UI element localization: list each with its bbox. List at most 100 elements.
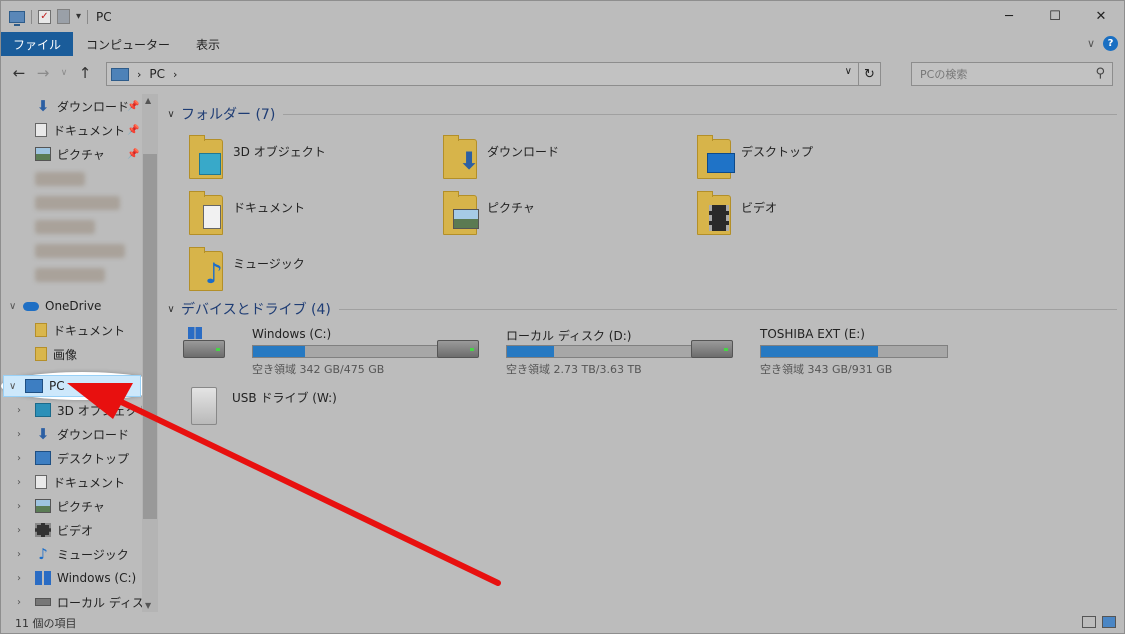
chevron-right-icon[interactable]: › xyxy=(17,501,21,512)
address-bar[interactable]: › PC › ∨ ↻ xyxy=(106,62,881,86)
breadcrumb-pc[interactable]: PC xyxy=(149,67,165,81)
folder-downloads[interactable]: ⬇ ダウンロード xyxy=(415,135,665,189)
back-button[interactable]: ← xyxy=(11,64,27,82)
chevron-right-icon[interactable]: › xyxy=(17,477,21,488)
address-dropdown-icon[interactable]: ∨ xyxy=(845,66,852,77)
sidebar-item-label: 画像 xyxy=(53,347,78,362)
tab-computer[interactable]: コンピューター xyxy=(73,32,183,56)
search-box[interactable]: PCの検索 ⚲ xyxy=(911,62,1113,86)
chevron-right-icon[interactable]: › xyxy=(17,405,21,416)
chevron-right-icon[interactable]: › xyxy=(17,453,21,464)
drive-local-d[interactable]: ローカル ディスク (D:) 空き領域 2.73 TB/3.63 TB xyxy=(435,327,694,377)
music-icon: ♪ xyxy=(38,545,48,563)
chevron-right-icon[interactable]: › xyxy=(17,525,21,536)
ribbon-tabs: ファイル コンピューター 表示 ∨ ? xyxy=(1,32,1124,56)
forward-button[interactable]: → xyxy=(35,64,51,82)
chevron-right-icon[interactable]: › xyxy=(17,597,21,608)
sidebar-scrollbar[interactable]: ▲ ▼ xyxy=(142,94,158,612)
sidebar-item-onedrive[interactable]: OneDrive xyxy=(23,295,101,317)
details-view-icon[interactable] xyxy=(1082,616,1096,628)
drive-name: ローカル ディスク (D:) xyxy=(506,329,632,343)
onedrive-cloud-icon xyxy=(23,301,39,311)
sidebar-item-3d-objects[interactable]: 3D オブジェクト xyxy=(35,399,150,421)
folder-3d-objects[interactable]: 3D オブジェクト xyxy=(161,135,411,189)
3d-objects-icon xyxy=(199,153,221,175)
chevron-down-icon[interactable]: ∨ xyxy=(9,301,16,312)
breadcrumb-separator-icon[interactable]: › xyxy=(173,68,177,81)
document-icon xyxy=(35,123,47,137)
minimize-button[interactable]: ─ xyxy=(986,1,1032,31)
sidebar-item-pc-pictures[interactable]: ピクチャ xyxy=(35,495,105,517)
folder-videos[interactable]: ビデオ xyxy=(669,191,919,245)
new-folder-icon[interactable] xyxy=(57,9,70,24)
sidebar-item-documents[interactable]: ドキュメント xyxy=(35,119,125,141)
folder-pictures[interactable]: ピクチャ xyxy=(415,191,665,245)
chevron-right-icon[interactable]: › xyxy=(17,549,21,560)
folder-label: ミュージック xyxy=(233,257,305,271)
tab-view[interactable]: 表示 xyxy=(183,32,233,56)
download-icon: ⬇ xyxy=(36,425,50,443)
folders-group-header[interactable]: ∨ フォルダー (7) xyxy=(161,103,1117,125)
pin-icon[interactable]: 📌 xyxy=(127,149,139,160)
sidebar-item-label: 3D オブジェクト xyxy=(57,403,150,418)
search-icon[interactable]: ⚲ xyxy=(1095,66,1105,81)
content-pane: ∨ フォルダー (7) 3D オブジェクト ⬇ ダウンロード デスクトップ ドキ… xyxy=(161,94,1124,612)
scrollbar-thumb[interactable] xyxy=(143,154,157,519)
up-button[interactable]: ↑ xyxy=(77,64,93,82)
drive-usage-bar xyxy=(252,345,440,358)
video-icon xyxy=(709,205,729,231)
recent-locations-dropdown-icon[interactable]: ∨ xyxy=(59,68,69,78)
folder-desktop[interactable]: デスクトップ xyxy=(669,135,919,189)
drive-usb-w[interactable]: USB ドライブ (W:) xyxy=(161,387,411,437)
sidebar-item-downloads[interactable]: ⬇ ダウンロード xyxy=(35,95,129,117)
close-button[interactable]: ✕ xyxy=(1078,1,1124,31)
sidebar-item-pc-downloads[interactable]: ⬇ ダウンロード xyxy=(35,423,129,445)
chevron-down-icon[interactable]: ∨ xyxy=(9,381,16,392)
scroll-down-icon[interactable]: ▼ xyxy=(145,601,151,610)
help-icon[interactable]: ? xyxy=(1103,36,1118,51)
sidebar-item-windows-c[interactable]: Windows (C:) xyxy=(35,567,136,589)
chevron-down-icon[interactable]: ∨ xyxy=(161,109,181,120)
chevron-right-icon[interactable]: › xyxy=(17,429,21,440)
maximize-button[interactable]: ☐ xyxy=(1032,1,1078,31)
customize-toolbar-dropdown-icon[interactable]: ▾ xyxy=(76,11,81,22)
drive-windows-c[interactable]: Windows (C:) 空き領域 342 GB/475 GB xyxy=(181,327,440,377)
sidebar-item-onedrive-documents[interactable]: ドキュメント xyxy=(35,319,125,341)
sidebar-item-label: ドキュメント xyxy=(53,123,126,138)
sidebar-item-music[interactable]: ♪ ミュージック xyxy=(35,543,129,565)
sidebar-item-onedrive-images[interactable]: 画像 xyxy=(35,343,77,365)
refresh-button[interactable]: ↻ xyxy=(858,62,880,86)
pin-icon[interactable]: 📌 xyxy=(127,101,139,112)
sidebar-item-pictures[interactable]: ピクチャ xyxy=(35,143,105,165)
sidebar-item-pc-documents[interactable]: ドキュメント xyxy=(35,471,125,493)
breadcrumb-separator-icon[interactable]: › xyxy=(137,68,141,81)
scroll-up-icon[interactable]: ▲ xyxy=(145,96,151,105)
folder-label: 3D オブジェクト xyxy=(233,145,326,159)
pin-icon[interactable]: 📌 xyxy=(127,125,139,136)
chevron-down-icon[interactable]: ∨ xyxy=(161,304,181,315)
folder-music[interactable]: ♪ ミュージック xyxy=(161,247,411,301)
chevron-right-icon[interactable]: › xyxy=(17,573,21,584)
large-icons-view-icon[interactable] xyxy=(1102,616,1116,628)
tab-file[interactable]: ファイル xyxy=(1,32,74,56)
drive-usage-bar xyxy=(506,345,694,358)
sidebar-item-pc[interactable]: PC xyxy=(25,375,65,397)
sidebar-item-videos[interactable]: ビデオ xyxy=(35,519,93,541)
expand-ribbon-icon[interactable]: ∨ xyxy=(1087,37,1095,50)
sidebar-item-local-disk-d[interactable]: ローカル ディスク (D xyxy=(35,591,158,612)
drives-group-header[interactable]: ∨ デバイスとドライブ (4) xyxy=(161,298,1117,320)
search-placeholder: PCの検索 xyxy=(920,68,968,81)
drive-usage-bar xyxy=(760,345,948,358)
sidebar-item-label: PC xyxy=(49,379,65,393)
quick-access-toolbar: ✓ ▾ xyxy=(1,1,89,32)
drive-usage-fill xyxy=(253,346,306,357)
item-count: 11 個の項目 xyxy=(15,617,77,630)
sidebar-item-label: ダウンロード xyxy=(57,99,130,114)
drive-toshiba-e[interactable]: TOSHIBA EXT (E:) 空き領域 343 GB/931 GB xyxy=(689,327,948,377)
folder-documents[interactable]: ドキュメント xyxy=(161,191,411,245)
sidebar-item-desktop[interactable]: デスクトップ xyxy=(35,447,129,469)
sidebar-item-label: ミュージック xyxy=(57,547,129,562)
properties-icon[interactable]: ✓ xyxy=(38,9,51,24)
sidebar-item-label: ドキュメント xyxy=(53,323,126,338)
pc-icon xyxy=(9,10,25,26)
